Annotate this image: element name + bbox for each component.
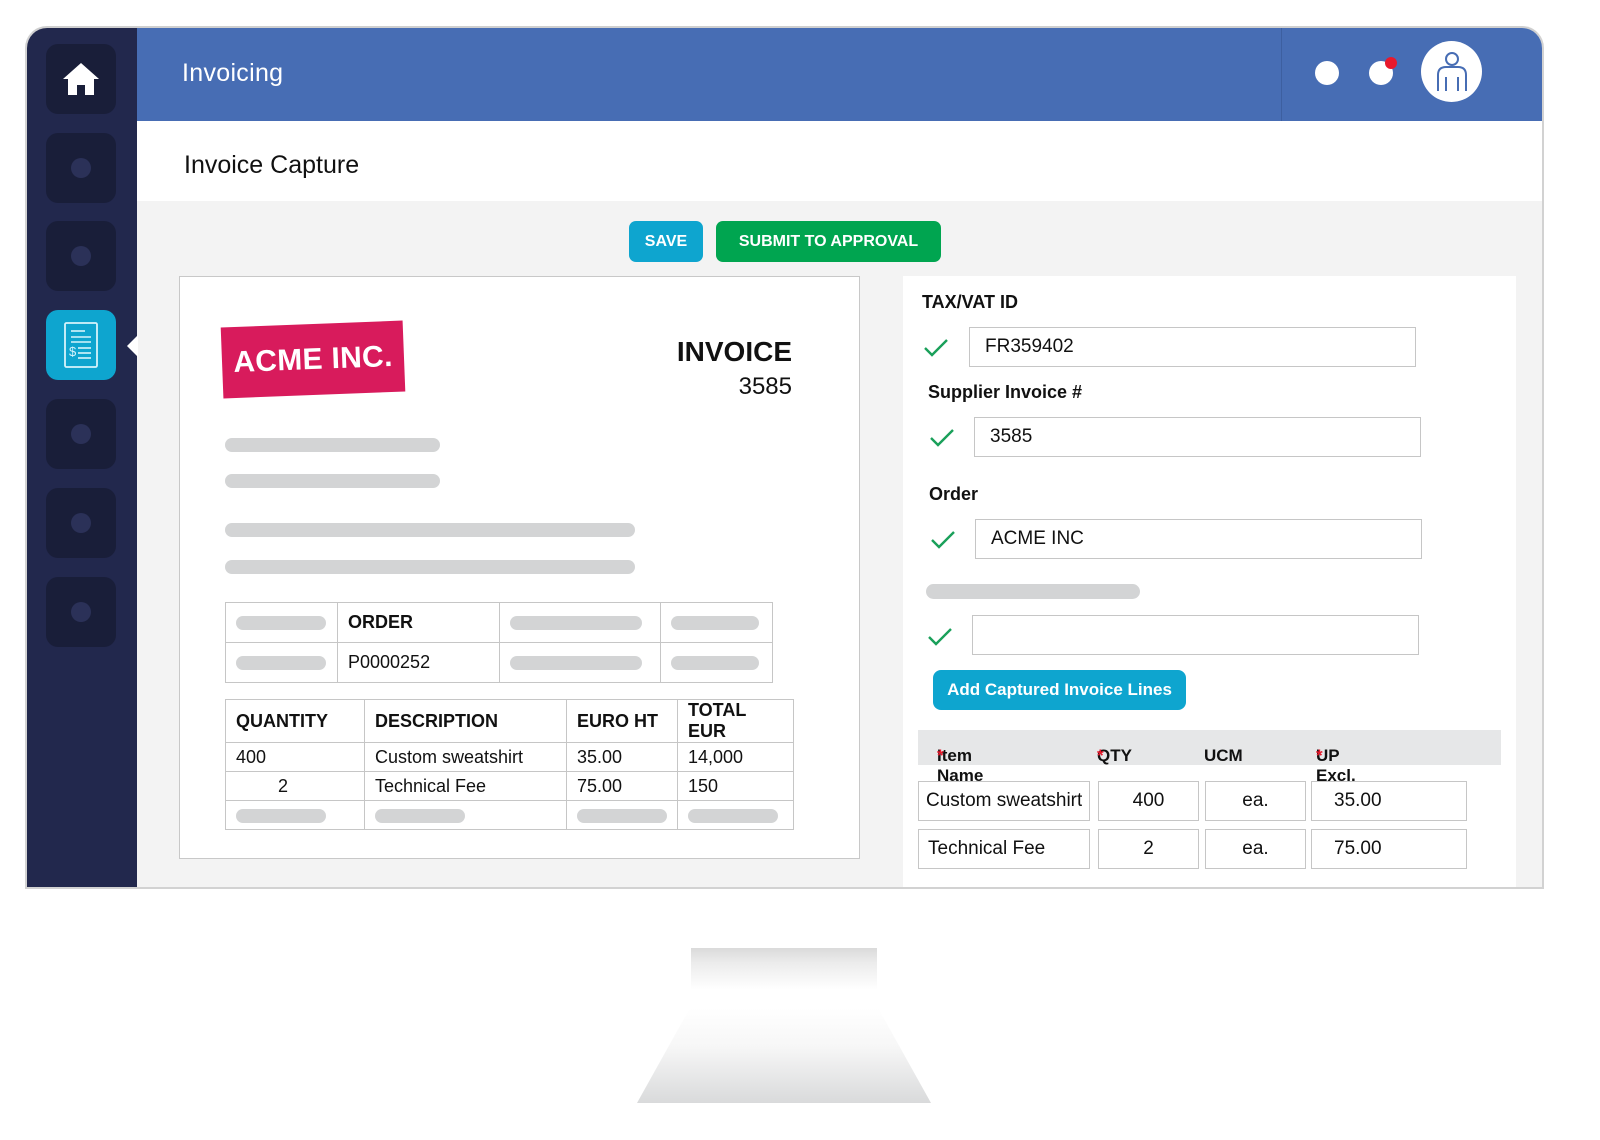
- placeholder-dot-icon: [71, 158, 91, 178]
- line-unit-price: 75.00: [566, 771, 678, 801]
- tax-vat-id-input[interactable]: [969, 327, 1416, 367]
- submit-to-approval-button[interactable]: SUBMIT TO APPROVAL: [716, 221, 941, 262]
- line-unit-price-input[interactable]: [1311, 829, 1467, 869]
- tax-vat-id-label: TAX/VAT ID: [922, 292, 1018, 312]
- order-input[interactable]: [975, 519, 1422, 559]
- monitor-stand-base: [637, 1008, 931, 1103]
- table-row: 400 Custom sweatshirt 35.00 14,000: [225, 742, 794, 772]
- sidebar-item-home[interactable]: [46, 44, 116, 114]
- line-description: Custom sweatshirt: [364, 742, 567, 772]
- line-unit-price: 35.00: [566, 742, 678, 772]
- table-row: P0000252: [225, 642, 773, 683]
- check-icon: [924, 339, 948, 357]
- user-avatar[interactable]: [1421, 41, 1482, 102]
- page-header: Invoice Capture: [137, 121, 1542, 201]
- required-marker: *: [1097, 746, 1104, 765]
- order-header: ORDER: [337, 602, 500, 643]
- invoice-lines-table: QUANTITY DESCRIPTION EURO HT TOTAL EUR 4…: [225, 699, 794, 830]
- line-total: 14,000: [677, 742, 794, 772]
- check-icon: [928, 628, 952, 646]
- text-placeholder: [510, 656, 642, 671]
- capture-form-panel: TAX/VAT ID Supplier Invoice # Order Add …: [903, 276, 1516, 887]
- table-row: 2 Technical Fee 75.00 150: [225, 771, 794, 801]
- line-ucm-input[interactable]: [1205, 781, 1306, 821]
- column-header: EURO HT: [566, 699, 678, 743]
- user-avatar-icon: [1436, 51, 1467, 91]
- page-title: Invoice Capture: [184, 151, 360, 179]
- document-type: INVOICE: [676, 336, 792, 367]
- text-placeholder: [236, 616, 326, 631]
- company-logo: ACME INC.: [220, 320, 406, 399]
- notification-badge: [1385, 57, 1397, 69]
- check-icon: [930, 429, 954, 447]
- monitor-screen: $ Invoicing Invoice Capture SAVE SUBMIT …: [25, 26, 1544, 889]
- active-pointer: [127, 335, 138, 357]
- line-unit-price-input[interactable]: [1311, 781, 1467, 821]
- column-header: QUANTITY: [225, 699, 365, 743]
- text-placeholder: [577, 808, 667, 823]
- supplier-invoice-input[interactable]: [974, 417, 1421, 457]
- required-marker: *: [937, 746, 944, 765]
- line-total: 150: [677, 771, 794, 801]
- placeholder-dot-icon: [71, 513, 91, 533]
- text-placeholder: [375, 808, 465, 823]
- svg-text:$: $: [69, 344, 77, 359]
- text-placeholder: [688, 808, 778, 823]
- line-ucm-input[interactable]: [1205, 829, 1306, 869]
- order-info-table: ORDER P0000252: [225, 602, 773, 683]
- sidebar: $: [27, 28, 138, 887]
- line-quantity: 400: [225, 742, 365, 772]
- app-title: Invoicing: [182, 59, 284, 87]
- text-placeholder: [225, 560, 635, 574]
- line-item-name-input[interactable]: [918, 781, 1090, 821]
- document-number: 3585: [738, 373, 792, 400]
- text-placeholder: [225, 474, 440, 488]
- text-placeholder: [236, 808, 326, 823]
- order-number: P0000252: [337, 642, 500, 683]
- header-dot-icon[interactable]: [1315, 61, 1339, 85]
- top-bar: Invoicing: [137, 28, 1542, 121]
- text-placeholder: [671, 656, 759, 671]
- text-placeholder: [671, 616, 759, 631]
- order-label: Order: [929, 484, 979, 504]
- sidebar-item-2[interactable]: [46, 133, 116, 203]
- sidebar-item-6[interactable]: [46, 488, 116, 558]
- sidebar-item-invoicing[interactable]: $: [46, 310, 116, 380]
- required-marker: *: [1316, 746, 1323, 765]
- placeholder-dot-icon: [71, 246, 91, 266]
- check-icon: [931, 531, 955, 549]
- text-placeholder: [510, 616, 642, 631]
- text-placeholder: [225, 523, 635, 537]
- sidebar-item-3[interactable]: [46, 221, 116, 291]
- captured-lines-header: Item Name* QTY* UCM UP Excl. Tax*: [918, 730, 1501, 805]
- table-row: ORDER: [225, 602, 773, 643]
- table-header-row: QUANTITY DESCRIPTION EURO HT TOTAL EUR: [225, 699, 794, 743]
- add-captured-invoice-lines-button[interactable]: Add Captured Invoice Lines: [933, 670, 1186, 710]
- line-description: Technical Fee: [364, 771, 567, 801]
- label-placeholder: [926, 584, 1140, 599]
- table-row: [225, 800, 794, 830]
- sidebar-item-7[interactable]: [46, 577, 116, 647]
- save-button[interactable]: SAVE: [629, 221, 703, 262]
- placeholder-dot-icon: [71, 602, 91, 622]
- invoice-dollar-icon: $: [64, 322, 98, 368]
- sidebar-item-5[interactable]: [46, 399, 116, 469]
- monitor-stand-neck: [691, 948, 877, 1008]
- text-placeholder: [225, 438, 440, 452]
- placeholder-dot-icon: [71, 424, 91, 444]
- column-header: DESCRIPTION: [364, 699, 567, 743]
- notifications-icon[interactable]: [1369, 57, 1397, 85]
- line-item-name-input[interactable]: [918, 829, 1090, 869]
- invoice-document-preview: ACME INC. INVOICE 3585 ORDER P0000252 QU…: [179, 276, 860, 859]
- line-quantity: 2: [225, 771, 365, 801]
- line-qty-input[interactable]: [1098, 829, 1199, 869]
- additional-field-input[interactable]: [972, 615, 1419, 655]
- topbar-divider: [1281, 28, 1282, 121]
- supplier-invoice-label: Supplier Invoice #: [928, 382, 1083, 402]
- line-qty-input[interactable]: [1098, 781, 1199, 821]
- home-icon: [63, 63, 99, 95]
- column-header: TOTAL EUR: [677, 699, 794, 743]
- text-placeholder: [236, 656, 326, 671]
